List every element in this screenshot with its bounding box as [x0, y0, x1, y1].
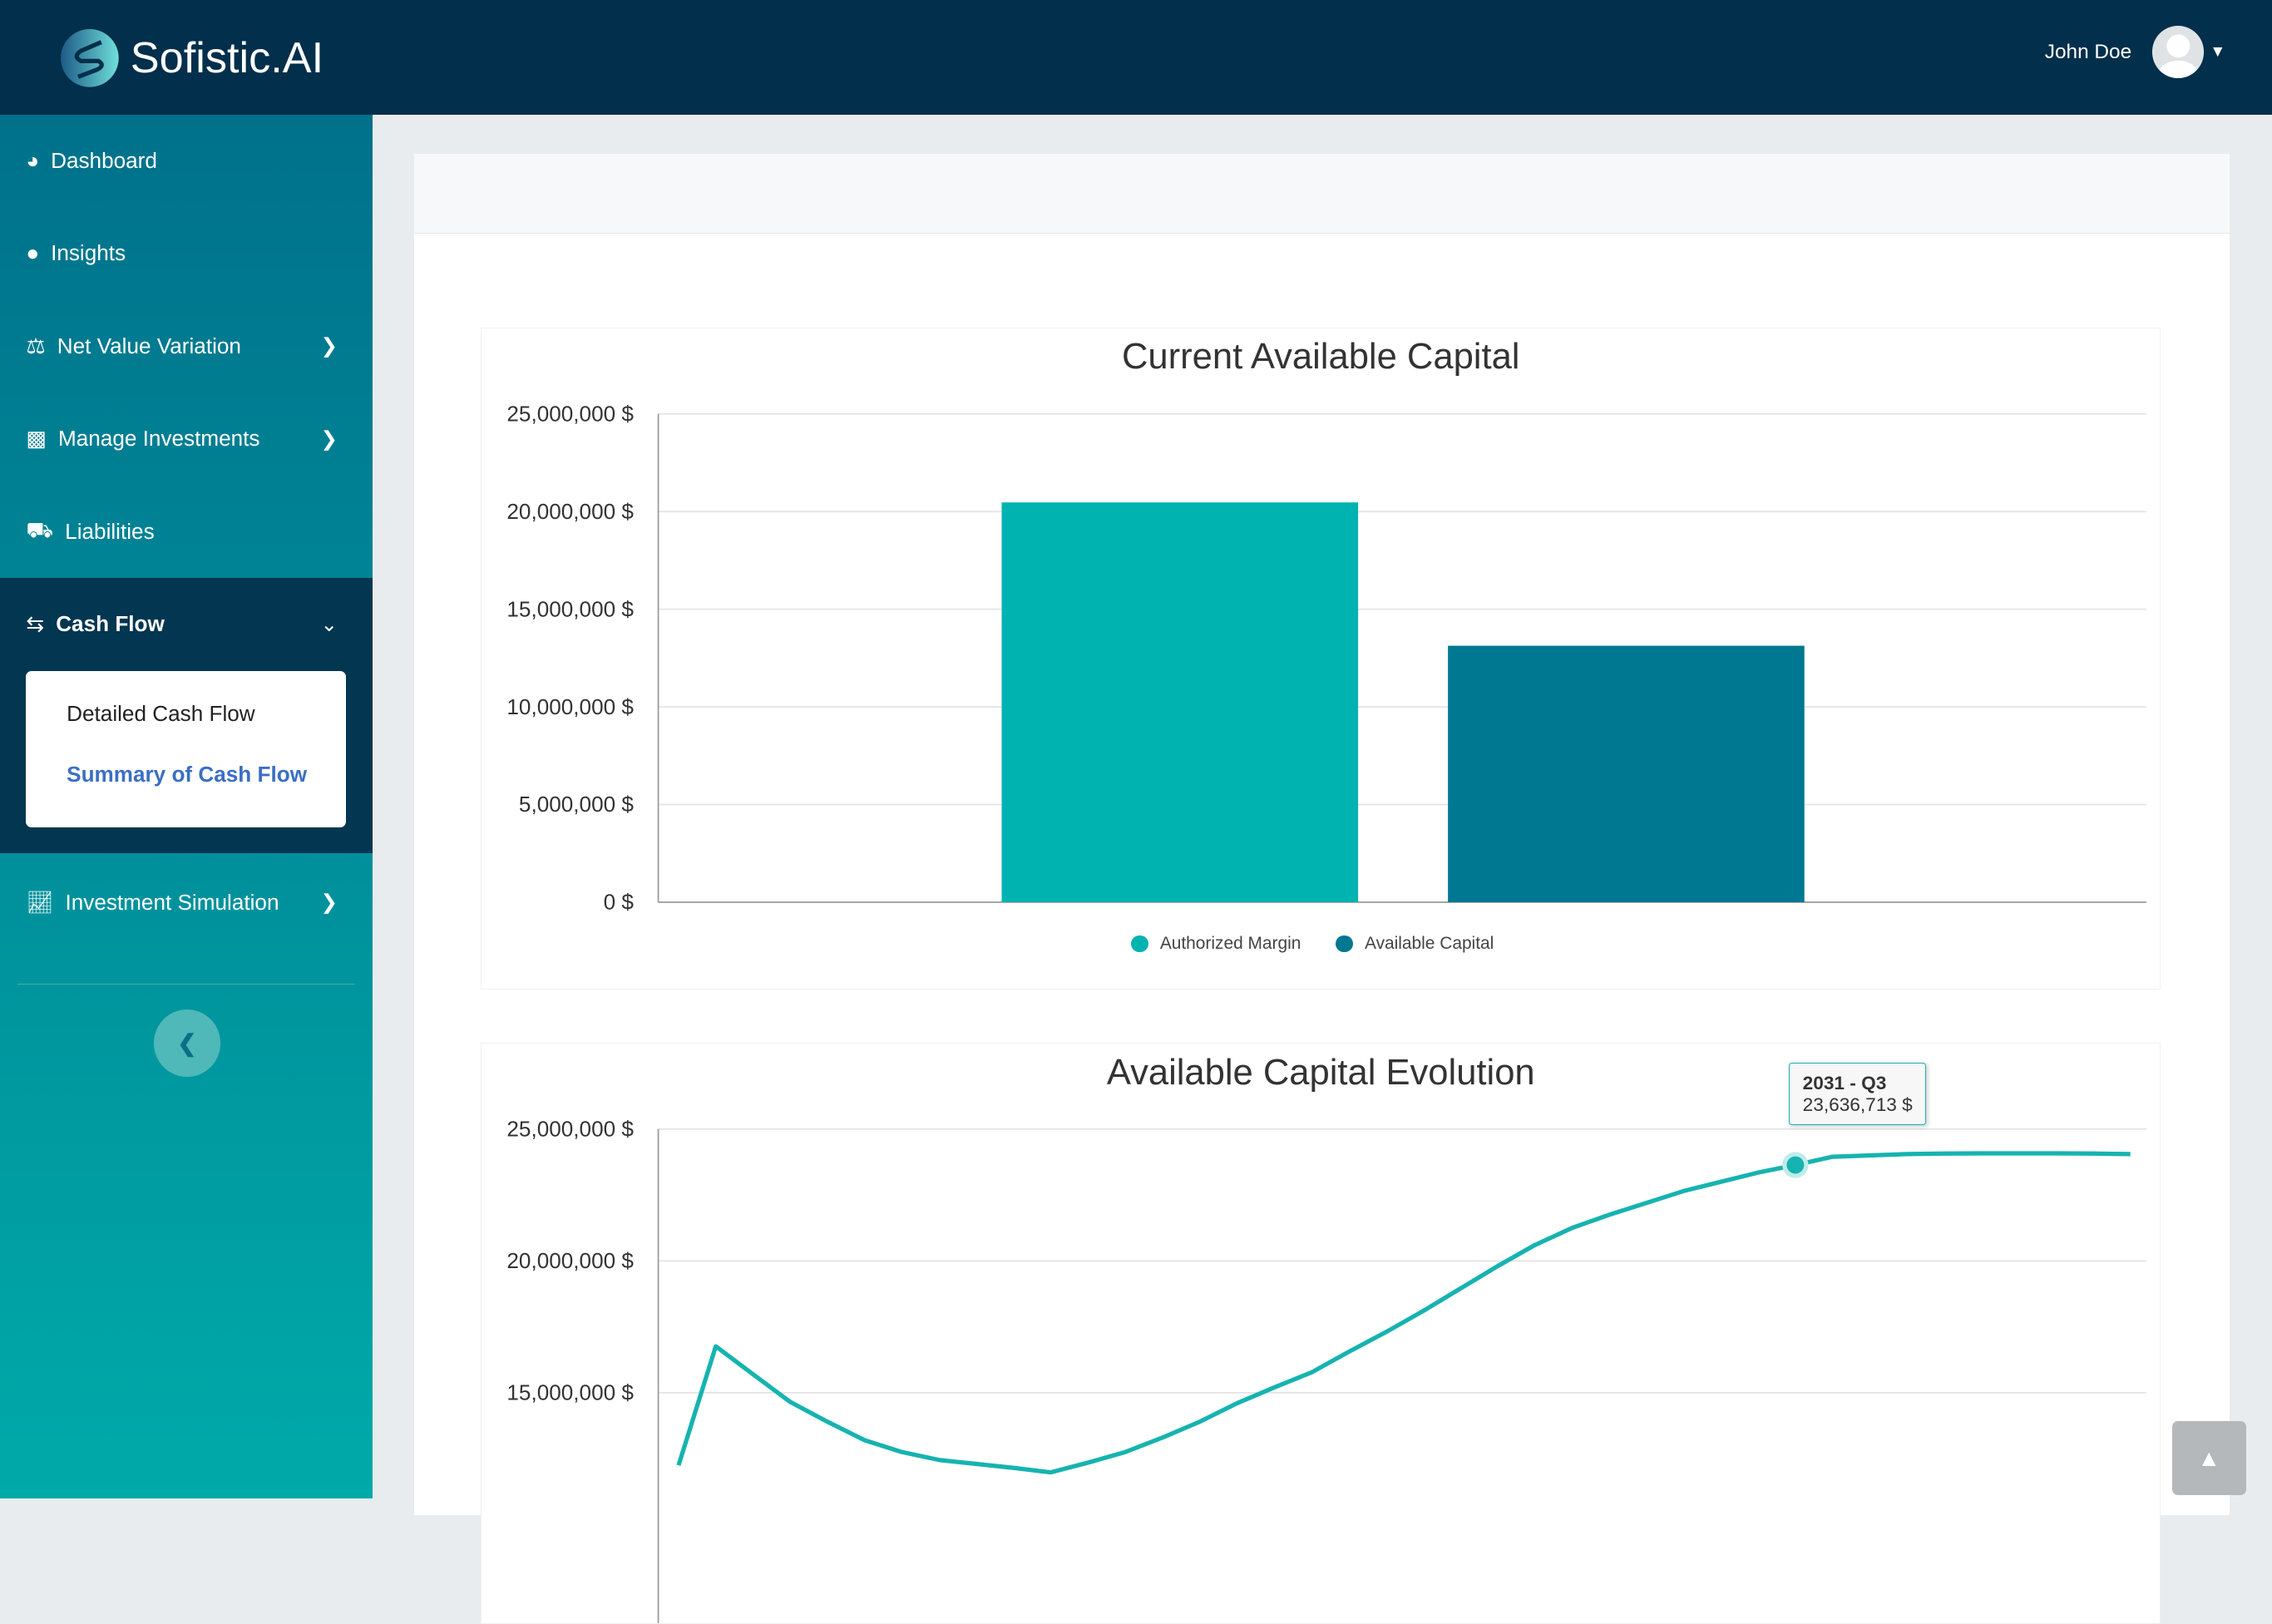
chevron-up-icon: ▲ — [2197, 1444, 2220, 1471]
chart-tooltip: 2031 - Q3 23,636,713 $ — [1788, 1063, 1927, 1125]
legend-dot — [1130, 935, 1148, 953]
brand-name: Sofistic.AI — [130, 33, 324, 82]
sidebar-item-liabilities[interactable]: ⛟ Liabilities — [0, 486, 373, 579]
submenu-summary-of-cash-flow[interactable]: Summary of Cash Flow — [67, 752, 346, 812]
content-panel: Current Available Capital 0 $5,000,000 $… — [414, 153, 2230, 1624]
exchange-icon: ⇆ — [26, 611, 45, 637]
balance-scale-icon: ⚖ — [26, 333, 46, 358]
sidebar: ◕ Dashboard ● Insights ⚖ Net Value Variatio… — [0, 114, 373, 1498]
sidebar-item-label: Insights — [51, 240, 126, 266]
tooltip-label: 2031 - Q3 — [1802, 1072, 1887, 1093]
y-tick-label: 25,000,000 $ — [507, 1117, 635, 1142]
sidebar-item-investment-simulation[interactable]: 📈︎ Investment Simulation ❯ — [0, 856, 373, 950]
user-menu[interactable]: John Doe ▼ — [2044, 26, 2225, 79]
legend: Authorized Margin Available Capital — [1130, 934, 1494, 954]
y-tick-label: 0 $ — [604, 889, 635, 914]
logo-icon — [61, 28, 119, 87]
bar-2 — [1448, 645, 1805, 902]
chart-line-icon: 📈︎ — [26, 889, 54, 915]
chevron-left-icon: ❮ — [177, 1029, 197, 1056]
sidebar-item-cash-flow[interactable]: ⇆ Cash Flow ⌄ — [0, 578, 373, 671]
tooltip-value: 23,636,713 $ — [1802, 1093, 1913, 1115]
sidebar-item-dashboard[interactable]: ◕ Dashboard — [0, 115, 373, 208]
collapse-sidebar-button[interactable]: ❮ — [153, 1009, 220, 1077]
avatar[interactable] — [2151, 26, 2205, 79]
bar-chart: 0 $ 5,000,000 $ 10,000,000 $ 15,000,000 $ 20… — [507, 401, 2147, 914]
y-tick-label: 25,000,000 $ — [507, 401, 635, 426]
sidebar-item-label: Dashboard — [51, 147, 157, 173]
sidebar-item-insights[interactable]: ● Insights — [0, 207, 373, 300]
y-tick-label: 10,000,000 $ — [507, 694, 635, 719]
chevron-down-icon[interactable]: ▼ — [2210, 43, 2225, 62]
legend-item[interactable]: Authorized Margin — [1160, 934, 1301, 954]
sidebar-item-net-value-variation[interactable]: ⚖ Net Value Variation ❯ — [0, 300, 373, 393]
legend-dot — [1336, 935, 1354, 953]
boxes-icon: ▩ — [26, 426, 47, 452]
gauge-icon: ◕ — [26, 147, 40, 173]
car-icon: ⛟ — [26, 516, 54, 542]
cash-flow-submenu: Detailed Cash Flow Summary of Cash Flow — [0, 670, 373, 854]
sidebar-item-label: Liabilities — [65, 518, 155, 544]
top-bar: Sofistic.AI John Doe ▼ — [0, 0, 2272, 115]
y-tick-label: 15,000,000 $ — [507, 1380, 635, 1405]
chevron-right-icon: ❯ — [320, 335, 338, 358]
line-chart-card: Available Capital Evolution 15,000,000 $… — [481, 1043, 2161, 1624]
y-tick-label: 20,000,000 $ — [507, 499, 635, 524]
lightbulb-icon: ● — [26, 240, 40, 266]
chevron-down-icon: ⌄ — [320, 613, 338, 636]
divider — [17, 983, 355, 985]
submenu-detailed-cash-flow[interactable]: Detailed Cash Flow — [67, 691, 346, 752]
y-tick-label: 15,000,000 $ — [507, 596, 635, 621]
chevron-right-icon: ❯ — [320, 427, 338, 451]
bar-chart-card: Current Available Capital 0 $5,000,000 $… — [481, 327, 2161, 990]
panel-header — [414, 153, 2230, 234]
y-tick-label: 5,000,000 $ — [519, 792, 634, 817]
sidebar-item-label: Cash Flow — [56, 611, 165, 637]
chevron-right-icon: ❯ — [320, 891, 338, 915]
user-name: John Doe — [2044, 40, 2132, 63]
line-chart: 15,000,000 $ 20,000,000 $ 25,000,000 $ — [507, 1117, 2147, 1624]
sidebar-item-label: Net Value Variation — [57, 333, 241, 358]
bar-1 — [1001, 501, 1359, 902]
sidebar-item-manage-investments[interactable]: ▩ Manage Investments ❯ — [0, 392, 373, 486]
y-tick-label: 20,000,000 $ — [507, 1248, 635, 1273]
series-line — [676, 1151, 2131, 1475]
legend-item[interactable]: Available Capital — [1365, 934, 1494, 954]
sidebar-item-label: Manage Investments — [57, 426, 260, 452]
scroll-to-top-button[interactable]: ▲ — [2171, 1421, 2246, 1496]
data-point — [1786, 1157, 1805, 1174]
sidebar-item-label: Investment Simulation — [65, 889, 279, 915]
brand-logo[interactable]: Sofistic.AI — [61, 28, 324, 87]
